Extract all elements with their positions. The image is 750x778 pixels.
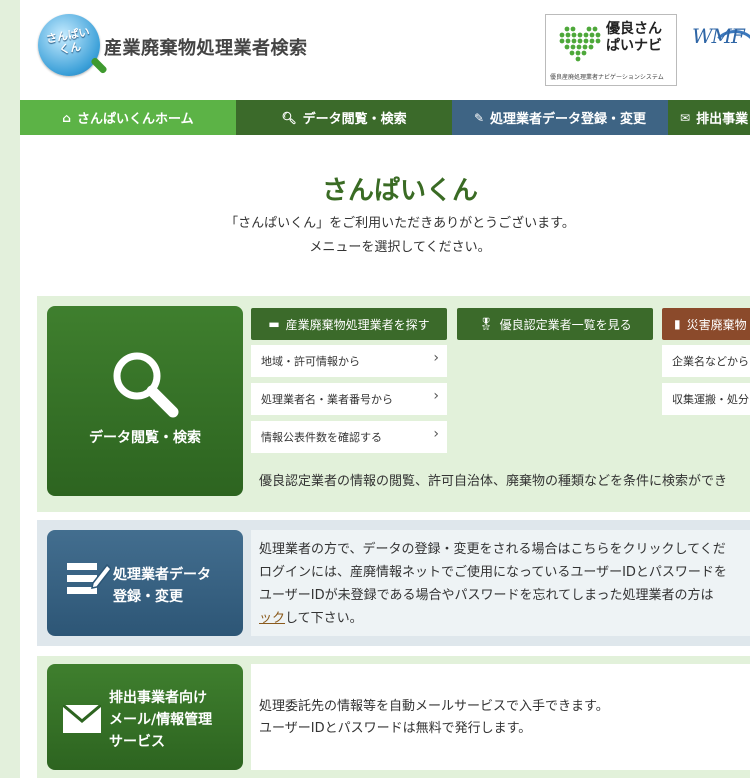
mail-service-big-button[interactable]: 排出事業者向け メール/情報管理 サービス bbox=[47, 664, 243, 770]
link-transport-disposal-label: 収集運搬・処分 bbox=[672, 393, 749, 406]
mail-section: 排出事業者向け メール/情報管理 サービス 処理委託先の情報等を自動メールサービ… bbox=[37, 656, 750, 778]
home-icon: ⌂ bbox=[62, 110, 71, 125]
register-link[interactable]: ック bbox=[259, 611, 285, 626]
chevron-right-icon: › bbox=[433, 426, 439, 442]
intro-line-2: メニューを選択してください。 bbox=[309, 240, 491, 255]
link-transport-disposal[interactable]: 収集運搬・処分 bbox=[662, 383, 750, 415]
site-title: 産業廃棄物処理業者検索 bbox=[104, 38, 308, 59]
edit-form-icon bbox=[67, 563, 111, 594]
chevron-right-icon: › bbox=[433, 388, 439, 404]
link-disclosure-count-label: 情報公表件数を確認する bbox=[261, 431, 382, 444]
left-sidebar-strip bbox=[0, 0, 20, 778]
link-name-number[interactable]: 処理業者名・業者番号から › bbox=[251, 383, 447, 415]
medal-icon: 🎖︎ bbox=[478, 317, 494, 331]
link-region-permit[interactable]: 地域・許可情報から › bbox=[251, 345, 447, 377]
find-processor-label: 産業廃棄物処理業者を探す bbox=[285, 317, 430, 332]
page-title: さんぱいくん bbox=[321, 176, 478, 206]
register-text-line1: 処理業者の方で、データの登録・変更をされる場合はこちらをクリックしてくだ bbox=[259, 542, 726, 557]
folder-icon: ▬ bbox=[268, 317, 280, 331]
link-region-permit-label: 地域・許可情報から bbox=[261, 355, 360, 368]
book-icon: ▮ bbox=[674, 317, 681, 331]
main-nav: ⌂ さんぱいくんホーム 🔍︎ データ閲覧・検索 ✎ 処理業者データ登録・変更 ✉… bbox=[20, 100, 750, 135]
mail-text-box: 処理委託先の情報等を自動メールサービスで入手できます。 ユーザーIDとパスワード… bbox=[251, 664, 750, 770]
chevron-right-icon: › bbox=[433, 350, 439, 366]
site-header: さんぱいくん 産業廃棄物処理業者検索 優良さんぱいナビ 優良産廃処理業者ナビゲー… bbox=[20, 0, 750, 100]
mail-button-line3: サービス bbox=[109, 734, 165, 750]
mail-text-line1: 処理委託先の情報等を自動メールサービスで入手できます。 bbox=[259, 699, 609, 714]
link-name-number-label: 処理業者名・業者番号から bbox=[261, 393, 393, 406]
link-company-name-label: 企業名などから bbox=[672, 355, 749, 368]
magnifier-icon bbox=[113, 352, 179, 418]
nav-register-label: 処理業者データ登録・変更 bbox=[490, 112, 647, 127]
envelope-icon bbox=[63, 705, 101, 733]
search-icon: 🔍︎ bbox=[281, 110, 297, 125]
heart-dots-icon bbox=[559, 26, 601, 62]
intro-text: 「さんぱいくん」をご利用いただきありがとうございます。 メニューを選択してくださ… bbox=[20, 212, 750, 260]
register-text-box: 処理業者の方で、データの登録・変更をされる場合はこちらをクリックしてくだ ログイ… bbox=[251, 530, 750, 636]
edit-icon: ✎ bbox=[473, 110, 485, 125]
register-big-button[interactable]: 処理業者データ 登録・変更 bbox=[47, 530, 243, 636]
yuryo-logo-subtitle: 優良産廃処理業者ナビゲーションシステム bbox=[550, 74, 664, 81]
mail-button-line2: メール/情報管理 bbox=[109, 712, 213, 728]
link-disclosure-count[interactable]: 情報公表件数を確認する › bbox=[251, 421, 447, 453]
register-section: 処理業者データ 登録・変更 処理業者の方で、データの登録・変更をされる場合はこち… bbox=[37, 520, 750, 646]
mail-button-line1: 排出事業者向け bbox=[109, 690, 207, 706]
yuryo-logo-title: 優良さんぱいナビ bbox=[606, 21, 662, 54]
data-search-big-button[interactable]: データ閲覧・検索 bbox=[47, 306, 243, 496]
search-section: データ閲覧・検索 ▬ 産業廃棄物処理業者を探す 🎖︎ 優良認定業者一覧を見る ▮… bbox=[37, 296, 750, 512]
mail-text-line2: ユーザーIDとパスワードは無料で発行します。 bbox=[259, 721, 532, 736]
find-processor-button[interactable]: ▬ 産業廃棄物処理業者を探す bbox=[251, 308, 447, 340]
nav-home-label: さんぱいくんホーム bbox=[76, 112, 194, 127]
nav-data-search-label: データ閲覧・検索 bbox=[302, 112, 407, 127]
nav-home[interactable]: ⌂ さんぱいくんホーム bbox=[20, 100, 236, 135]
magnifier-logo-icon: さんぱいくん bbox=[38, 14, 100, 76]
register-text-line3: ユーザーIDが未登録である場合やパスワードを忘れてしまった処理業者の方は bbox=[259, 588, 714, 603]
register-big-button-line2: 登録・変更 bbox=[113, 589, 183, 605]
nav-emitter-label: 排出事業 bbox=[696, 112, 749, 127]
mail-icon: ✉ bbox=[680, 110, 691, 125]
intro-line-1: 「さんぱいくん」をご利用いただきありがとうございます。 bbox=[225, 216, 575, 231]
data-search-big-button-label: データ閲覧・検索 bbox=[89, 430, 201, 446]
register-text-line4: ックして下さい。 bbox=[259, 607, 363, 630]
nav-register[interactable]: ✎ 処理業者データ登録・変更 bbox=[452, 100, 668, 135]
disaster-waste-button[interactable]: ▮ 災害廃棄物 bbox=[662, 308, 750, 340]
nav-emitter[interactable]: ✉ 排出事業 bbox=[668, 100, 750, 135]
register-text-line4-rest: して下さい。 bbox=[285, 611, 363, 626]
nav-data-search[interactable]: 🔍︎ データ閲覧・検索 bbox=[236, 100, 452, 135]
link-company-name[interactable]: 企業名などから bbox=[662, 345, 750, 377]
register-text-line2: ログインには、産廃情報ネットでご使用になっているユーザーIDとパスワードを bbox=[259, 565, 727, 580]
search-description: 優良認定業者の情報の閲覧、許可自治体、廃棄物の種類などを条件に検索ができ bbox=[259, 474, 728, 489]
yuryo-sanpai-navi-logo[interactable]: 優良さんぱいナビ 優良産廃処理業者ナビゲーションシステム bbox=[545, 14, 677, 86]
disaster-waste-label: 災害廃棄物 bbox=[686, 317, 747, 332]
excellent-list-label: 優良認定業者一覧を見る bbox=[499, 317, 632, 332]
register-big-button-line1: 処理業者データ bbox=[113, 567, 211, 583]
logo-text: さんぱいくん bbox=[45, 25, 91, 57]
wmf-logo[interactable]: WMF bbox=[692, 24, 750, 80]
excellent-list-button[interactable]: 🎖︎ 優良認定業者一覧を見る bbox=[457, 308, 653, 340]
